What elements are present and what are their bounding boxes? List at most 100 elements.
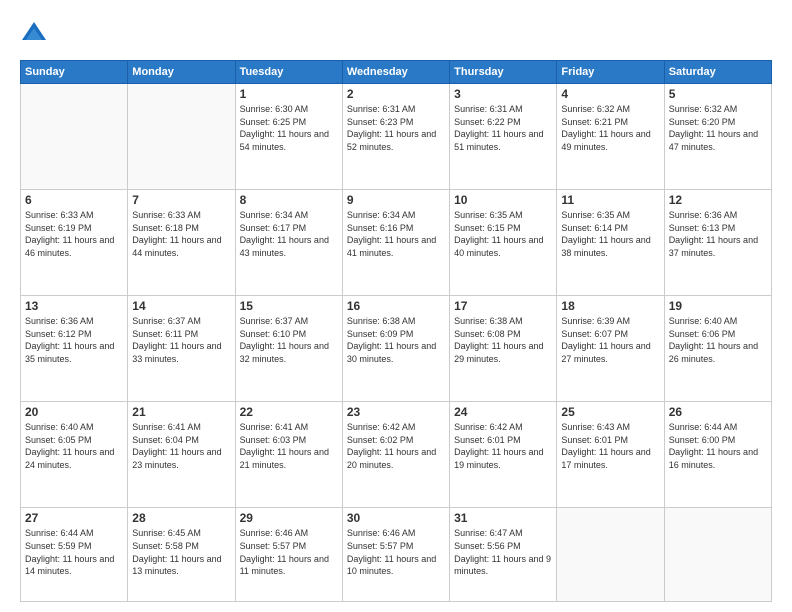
day-number: 18 bbox=[561, 299, 659, 313]
day-number: 26 bbox=[669, 405, 767, 419]
day-number: 7 bbox=[132, 193, 230, 207]
day-info: Sunrise: 6:38 AM Sunset: 6:08 PM Dayligh… bbox=[454, 315, 552, 365]
calendar-cell: 7 Sunrise: 6:33 AM Sunset: 6:18 PM Daylig… bbox=[128, 190, 235, 296]
calendar-cell: 8 Sunrise: 6:34 AM Sunset: 6:17 PM Daylig… bbox=[235, 190, 342, 296]
day-number: 14 bbox=[132, 299, 230, 313]
day-number: 20 bbox=[25, 405, 123, 419]
logo-icon bbox=[20, 20, 48, 48]
day-number: 5 bbox=[669, 87, 767, 101]
calendar-week-5: 27 Sunrise: 6:44 AM Sunset: 5:59 PM Dayli… bbox=[21, 508, 772, 602]
day-info: Sunrise: 6:32 AM Sunset: 6:21 PM Dayligh… bbox=[561, 103, 659, 153]
day-number: 19 bbox=[669, 299, 767, 313]
day-number: 30 bbox=[347, 511, 445, 525]
day-info: Sunrise: 6:33 AM Sunset: 6:19 PM Dayligh… bbox=[25, 209, 123, 259]
day-info: Sunrise: 6:45 AM Sunset: 5:58 PM Dayligh… bbox=[132, 527, 230, 577]
day-info: Sunrise: 6:40 AM Sunset: 6:05 PM Dayligh… bbox=[25, 421, 123, 471]
day-info: Sunrise: 6:47 AM Sunset: 5:56 PM Dayligh… bbox=[454, 527, 552, 577]
day-info: Sunrise: 6:42 AM Sunset: 6:01 PM Dayligh… bbox=[454, 421, 552, 471]
day-info: Sunrise: 6:46 AM Sunset: 5:57 PM Dayligh… bbox=[347, 527, 445, 577]
calendar: SundayMondayTuesdayWednesdayThursdayFrid… bbox=[20, 60, 772, 602]
calendar-cell: 6 Sunrise: 6:33 AM Sunset: 6:19 PM Daylig… bbox=[21, 190, 128, 296]
calendar-cell: 16 Sunrise: 6:38 AM Sunset: 6:09 PM Dayli… bbox=[342, 296, 449, 402]
day-info: Sunrise: 6:38 AM Sunset: 6:09 PM Dayligh… bbox=[347, 315, 445, 365]
day-number: 15 bbox=[240, 299, 338, 313]
calendar-cell: 14 Sunrise: 6:37 AM Sunset: 6:11 PM Dayli… bbox=[128, 296, 235, 402]
calendar-cell: 29Sunrise: 6:46 AM Sunset: 5:57 PM Dayli… bbox=[235, 508, 342, 602]
weekday-header-row: SundayMondayTuesdayWednesdayThursdayFrid… bbox=[21, 61, 772, 84]
day-number: 6 bbox=[25, 193, 123, 207]
calendar-cell: 25 Sunrise: 6:43 AM Sunset: 6:01 PM Dayli… bbox=[557, 402, 664, 508]
calendar-cell: 10 Sunrise: 6:35 AM Sunset: 6:15 PM Dayli… bbox=[450, 190, 557, 296]
calendar-cell: 5 Sunrise: 6:32 AM Sunset: 6:20 PM Daylig… bbox=[664, 84, 771, 190]
day-info: Sunrise: 6:44 AM Sunset: 6:00 PM Dayligh… bbox=[669, 421, 767, 471]
calendar-cell: 26 Sunrise: 6:44 AM Sunset: 6:00 PM Dayli… bbox=[664, 402, 771, 508]
calendar-cell: 15 Sunrise: 6:37 AM Sunset: 6:10 PM Dayli… bbox=[235, 296, 342, 402]
day-number: 31 bbox=[454, 511, 552, 525]
day-info: Sunrise: 6:41 AM Sunset: 6:03 PM Dayligh… bbox=[240, 421, 338, 471]
day-info: Sunrise: 6:31 AM Sunset: 6:22 PM Dayligh… bbox=[454, 103, 552, 153]
day-number: 12 bbox=[669, 193, 767, 207]
day-number: 10 bbox=[454, 193, 552, 207]
calendar-cell: 20 Sunrise: 6:40 AM Sunset: 6:05 PM Dayli… bbox=[21, 402, 128, 508]
calendar-cell: 2 Sunrise: 6:31 AM Sunset: 6:23 PM Daylig… bbox=[342, 84, 449, 190]
day-number: 28 bbox=[132, 511, 230, 525]
day-info: Sunrise: 6:44 AM Sunset: 5:59 PM Dayligh… bbox=[25, 527, 123, 577]
weekday-header-monday: Monday bbox=[128, 61, 235, 84]
calendar-cell: 21Sunrise: 6:41 AM Sunset: 6:04 PM Dayli… bbox=[128, 402, 235, 508]
weekday-header-thursday: Thursday bbox=[450, 61, 557, 84]
day-number: 1 bbox=[240, 87, 338, 101]
calendar-week-1: 1 Sunrise: 6:30 AM Sunset: 6:25 PM Daylig… bbox=[21, 84, 772, 190]
calendar-cell: 3Sunrise: 6:31 AM Sunset: 6:22 PM Daylig… bbox=[450, 84, 557, 190]
calendar-cell: 11Sunrise: 6:35 AM Sunset: 6:14 PM Dayli… bbox=[557, 190, 664, 296]
weekday-header-sunday: Sunday bbox=[21, 61, 128, 84]
calendar-cell: 17 Sunrise: 6:38 AM Sunset: 6:08 PM Dayli… bbox=[450, 296, 557, 402]
day-info: Sunrise: 6:30 AM Sunset: 6:25 PM Dayligh… bbox=[240, 103, 338, 153]
calendar-cell: 30 Sunrise: 6:46 AM Sunset: 5:57 PM Dayli… bbox=[342, 508, 449, 602]
header bbox=[20, 20, 772, 48]
day-number: 2 bbox=[347, 87, 445, 101]
calendar-cell: 24 Sunrise: 6:42 AM Sunset: 6:01 PM Dayli… bbox=[450, 402, 557, 508]
day-number: 25 bbox=[561, 405, 659, 419]
page: SundayMondayTuesdayWednesdayThursdayFrid… bbox=[0, 0, 792, 612]
day-number: 17 bbox=[454, 299, 552, 313]
day-info: Sunrise: 6:42 AM Sunset: 6:02 PM Dayligh… bbox=[347, 421, 445, 471]
day-info: Sunrise: 6:39 AM Sunset: 6:07 PM Dayligh… bbox=[561, 315, 659, 365]
weekday-header-tuesday: Tuesday bbox=[235, 61, 342, 84]
day-number: 9 bbox=[347, 193, 445, 207]
day-number: 23 bbox=[347, 405, 445, 419]
calendar-cell bbox=[557, 508, 664, 602]
calendar-cell: 18 Sunrise: 6:39 AM Sunset: 6:07 PM Dayli… bbox=[557, 296, 664, 402]
day-info: Sunrise: 6:36 AM Sunset: 6:13 PM Dayligh… bbox=[669, 209, 767, 259]
logo bbox=[20, 20, 52, 48]
calendar-cell: 13Sunrise: 6:36 AM Sunset: 6:12 PM Dayli… bbox=[21, 296, 128, 402]
day-number: 21 bbox=[132, 405, 230, 419]
calendar-cell: 31 Sunrise: 6:47 AM Sunset: 5:56 PM Dayli… bbox=[450, 508, 557, 602]
calendar-cell: 1 Sunrise: 6:30 AM Sunset: 6:25 PM Daylig… bbox=[235, 84, 342, 190]
day-info: Sunrise: 6:31 AM Sunset: 6:23 PM Dayligh… bbox=[347, 103, 445, 153]
day-number: 24 bbox=[454, 405, 552, 419]
day-info: Sunrise: 6:35 AM Sunset: 6:15 PM Dayligh… bbox=[454, 209, 552, 259]
day-info: Sunrise: 6:36 AM Sunset: 6:12 PM Dayligh… bbox=[25, 315, 123, 365]
calendar-cell: 23 Sunrise: 6:42 AM Sunset: 6:02 PM Dayli… bbox=[342, 402, 449, 508]
calendar-cell bbox=[128, 84, 235, 190]
day-number: 27 bbox=[25, 511, 123, 525]
day-number: 29 bbox=[240, 511, 338, 525]
day-info: Sunrise: 6:43 AM Sunset: 6:01 PM Dayligh… bbox=[561, 421, 659, 471]
day-info: Sunrise: 6:34 AM Sunset: 6:16 PM Dayligh… bbox=[347, 209, 445, 259]
calendar-cell: 19Sunrise: 6:40 AM Sunset: 6:06 PM Dayli… bbox=[664, 296, 771, 402]
day-info: Sunrise: 6:37 AM Sunset: 6:11 PM Dayligh… bbox=[132, 315, 230, 365]
calendar-cell bbox=[21, 84, 128, 190]
day-number: 8 bbox=[240, 193, 338, 207]
day-info: Sunrise: 6:32 AM Sunset: 6:20 PM Dayligh… bbox=[669, 103, 767, 153]
calendar-cell bbox=[664, 508, 771, 602]
day-info: Sunrise: 6:34 AM Sunset: 6:17 PM Dayligh… bbox=[240, 209, 338, 259]
calendar-cell: 9 Sunrise: 6:34 AM Sunset: 6:16 PM Daylig… bbox=[342, 190, 449, 296]
calendar-week-2: 6 Sunrise: 6:33 AM Sunset: 6:19 PM Daylig… bbox=[21, 190, 772, 296]
day-number: 16 bbox=[347, 299, 445, 313]
day-info: Sunrise: 6:33 AM Sunset: 6:18 PM Dayligh… bbox=[132, 209, 230, 259]
calendar-cell: 27 Sunrise: 6:44 AM Sunset: 5:59 PM Dayli… bbox=[21, 508, 128, 602]
calendar-cell: 22 Sunrise: 6:41 AM Sunset: 6:03 PM Dayli… bbox=[235, 402, 342, 508]
day-info: Sunrise: 6:37 AM Sunset: 6:10 PM Dayligh… bbox=[240, 315, 338, 365]
weekday-header-wednesday: Wednesday bbox=[342, 61, 449, 84]
day-number: 22 bbox=[240, 405, 338, 419]
